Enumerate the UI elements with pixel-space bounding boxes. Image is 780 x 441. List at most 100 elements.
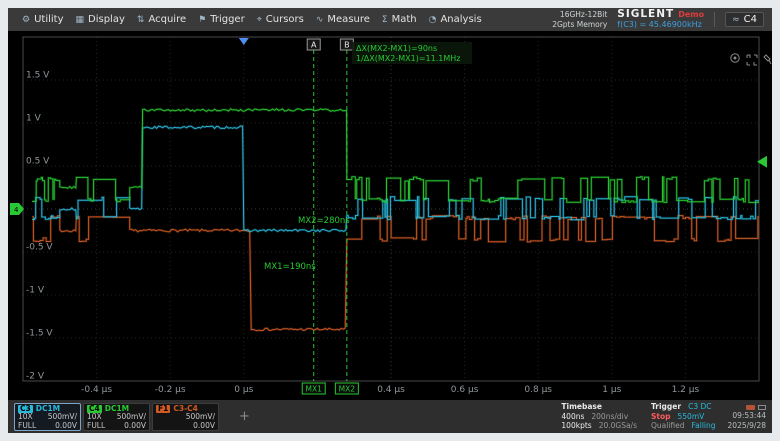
menu-item-utility[interactable]: ⚙ Utility: [16, 12, 70, 27]
menu-item-math[interactable]: Σ Math: [376, 12, 423, 27]
y-axis-label: -1 V: [26, 286, 45, 296]
device-specs: 16GHz-12Bit 2Gpts Memory: [552, 10, 607, 29]
trigger-icon: ⚑: [198, 15, 206, 25]
trigger-panel[interactable]: Trigger C3 DC Stop 550mV Qualified Falli…: [651, 402, 716, 430]
trigger-level: 550mV: [678, 412, 705, 421]
timebase-panel[interactable]: Timebase 400ns 200ns/div 100kpts 20.0GSa…: [561, 402, 637, 430]
screenshot-frame: ⚙Utility▦Display⇅Acquire⚑Trigger⌖Cursors…: [0, 0, 780, 441]
menu-item-display[interactable]: ▦Display: [70, 12, 131, 27]
y-axis-label: -0.5 V: [26, 243, 53, 253]
divider: [714, 12, 715, 27]
cursor-b-label: B: [344, 41, 350, 50]
menu-item-acquire[interactable]: ⇅Acquire: [131, 12, 192, 27]
utility-icon: ⚙: [22, 15, 30, 25]
menu-bar-right: 16GHz-12Bit 2Gpts Memory SIGLENT Demo f(…: [552, 9, 764, 29]
channel-offset-marker-label: 4: [14, 206, 19, 214]
trigger-mode: Qualified: [651, 421, 685, 430]
menu-item-measure[interactable]: ∿Measure: [310, 12, 376, 27]
menu-item-label: Analysis: [440, 14, 481, 25]
cursors-icon: ⌖: [257, 15, 262, 25]
menu-item-trigger[interactable]: ⚑ Trigger: [192, 12, 251, 27]
x-axis-label: 1.2 µs: [672, 385, 700, 395]
channel-box-c4[interactable]: C4DC1M10X500mV/FULL0.00V: [83, 403, 150, 431]
trace-f1: [32, 216, 759, 331]
clock-icons: [728, 403, 766, 411]
menu-item-label: Measure: [327, 14, 370, 25]
cursor-delta-readout: ΔX(MX2-MX1)=90ns: [356, 44, 437, 53]
demo-badge: Demo: [678, 11, 704, 20]
analysis-icon: ◔: [429, 15, 437, 25]
target-icon-dot: [734, 57, 736, 59]
x-axis-label: -0.2 µs: [155, 385, 186, 395]
brand-block: SIGLENT Demo f(C3) = 45.46900kHz: [617, 9, 704, 29]
menu-item-label: Utility: [34, 14, 63, 25]
plot-corner-icons: [731, 54, 771, 65]
menu-items: ⚙Utility▦Display⇅Acquire⚑Trigger⌖Cursors…: [16, 12, 488, 27]
y-axis-label: 0.5 V: [26, 157, 50, 167]
acquire-icon: ⇅: [137, 15, 145, 25]
x-axis-label: 0 µs: [234, 385, 253, 395]
cursor-a-label: A: [311, 41, 317, 50]
x-axis-label: 0.6 µs: [451, 385, 479, 395]
waveform-display: 1.5 V 1 V 0.5 V -0.5 V -1 V -1.5 V -2 V -0.4 µs…: [8, 31, 772, 400]
spec-bandwidth: 16GHz-12Bit: [552, 10, 607, 19]
timebase-delay: 400ns: [561, 412, 584, 421]
clock-panel: 09:53:44 2025/9/28: [728, 403, 766, 430]
menu-item-analysis[interactable]: ◔Analysis: [423, 12, 488, 27]
oscilloscope-screen: ⚙Utility▦Display⇅Acquire⚑Trigger⌖Cursors…: [8, 8, 772, 433]
channel-bandwidth: FULL: [87, 422, 105, 431]
channel-box-f1[interactable]: F1C3-C4500mV/0.00V: [152, 403, 219, 431]
y-axis-label: -1.5 V: [26, 329, 53, 339]
spec-memory: 2Gpts Memory: [552, 20, 607, 29]
menu-bar: ⚙Utility▦Display⇅Acquire⚑Trigger⌖Cursors…: [8, 8, 772, 31]
network-icon: [758, 405, 766, 410]
channel-box-c3[interactable]: C3DC1M10X500mV/FULL0.00V: [14, 403, 81, 431]
frequency-counter: f(C3) = 45.46900kHz: [617, 21, 704, 30]
timebase-title: Timebase: [561, 402, 602, 411]
channel-descriptor-boxes: C3DC1M10X500mV/FULL0.00VC4DC1M10X500mV/F…: [14, 403, 219, 431]
trigger-position-marker[interactable]: [239, 38, 249, 45]
active-channel-button[interactable]: ≈ C4: [725, 12, 764, 27]
y-axis-label: 1.5 V: [26, 71, 50, 81]
usb-icon: [746, 405, 755, 410]
menu-item-label: Display: [88, 14, 125, 25]
display-icon: ▦: [76, 15, 85, 25]
pin-icon[interactable]: [764, 55, 771, 64]
menu-item-cursors[interactable]: ⌖ Cursors: [251, 12, 310, 27]
channel-offset: 0.00V: [124, 422, 146, 431]
menu-item-label: Trigger: [210, 14, 245, 25]
cursor-frequency-readout: 1/ΔX(MX2-MX1)=11.1MHz: [356, 54, 460, 63]
menu-item-label: Math: [392, 14, 417, 25]
timebase-samplerate: 20.0GSa/s: [599, 421, 637, 430]
x-axis-label: 1 µs: [602, 385, 621, 395]
x-axis-label: 0.8 µs: [524, 385, 552, 395]
menu-item-label: Acquire: [148, 14, 186, 25]
expand-icon[interactable]: [747, 55, 757, 65]
channel-badge: F1: [156, 405, 170, 414]
x-axis-label: 0.4 µs: [377, 385, 405, 395]
cursor-b-tag-label: MX2: [339, 385, 356, 394]
trigger-title: Trigger: [651, 402, 681, 411]
channel-offset: 0.00V: [193, 422, 215, 431]
timebase-scale: 200ns/div: [591, 412, 628, 421]
timebase-points: 100kpts: [561, 421, 591, 430]
y-axis-label: 1 V: [26, 114, 42, 124]
measure-icon: ∿: [316, 15, 324, 25]
math-icon: Σ: [382, 15, 388, 25]
cursor-a-tag-label: MX1: [306, 385, 323, 394]
waveform-icon: ≈: [732, 15, 740, 25]
y-axis-label: -2 V: [26, 372, 45, 382]
channel-offset: 0.00V: [55, 422, 77, 431]
clock-date: 2025/9/28: [728, 421, 766, 430]
status-bar: C3DC1M10X500mV/FULL0.00VC4DC1M10X500mV/F…: [8, 400, 772, 433]
trace-f1-glow: [32, 216, 759, 331]
active-channel-label: C4: [744, 14, 757, 25]
crosshair-handle[interactable]: +: [239, 410, 250, 423]
trigger-source: C3 DC: [688, 402, 711, 411]
trigger-slope: Falling: [692, 421, 716, 430]
clock-time: 09:53:44: [728, 411, 766, 420]
cursor-value-label: MX2=280ns: [298, 216, 350, 226]
menu-item-label: Cursors: [266, 14, 304, 25]
x-axis-label: -0.4 µs: [81, 385, 112, 395]
channel-bandwidth: FULL: [18, 422, 36, 431]
